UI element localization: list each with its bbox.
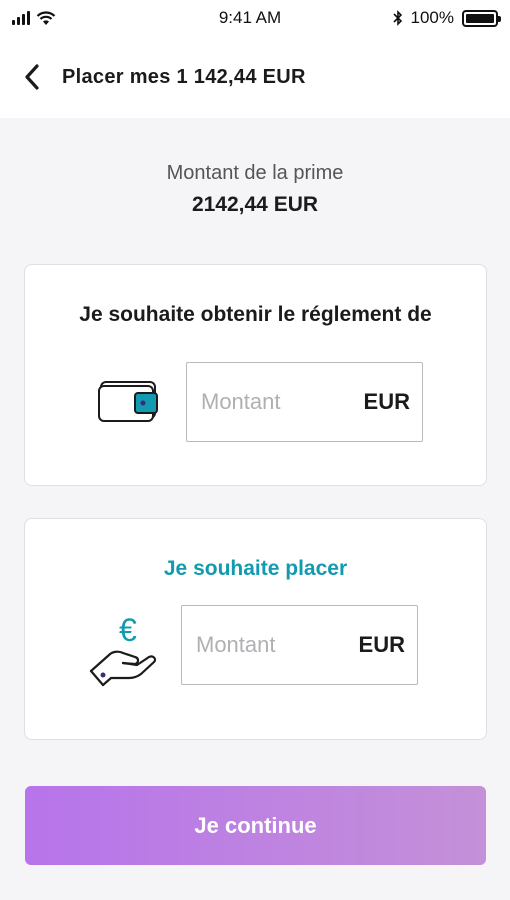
settlement-card: Je souhaite obtenir le réglement de EUR — [24, 264, 487, 486]
status-bar: 9:41 AM 100% — [0, 0, 510, 36]
euro-hand-icon: € — [89, 612, 157, 687]
invest-card-title: Je souhaite placer — [163, 557, 348, 580]
prime-label: Montant de la prime — [166, 162, 344, 184]
settlement-amount-field[interactable]: EUR — [186, 362, 423, 442]
battery-icon — [462, 9, 501, 27]
status-right: 100% — [368, 8, 501, 28]
back-button[interactable] — [14, 59, 50, 95]
invest-amount-field[interactable]: EUR — [181, 605, 418, 685]
chevron-left-icon — [25, 64, 39, 90]
status-time: 9:41 AM — [218, 8, 282, 27]
continue-button[interactable]: Je continue — [25, 786, 486, 865]
bluetooth-icon — [392, 10, 402, 26]
invest-amount-input[interactable] — [196, 632, 346, 658]
prime-summary: Montant de la prime 2142,44 EUR — [0, 162, 510, 217]
settlement-currency: EUR — [363, 389, 410, 414]
battery-percent: 100% — [410, 8, 454, 27]
header: Placer mes 1 142,44 EUR — [0, 36, 510, 118]
page-title: Placer mes 1 142,44 EUR — [62, 65, 306, 88]
invest-card: Je souhaite placer € EUR — [24, 518, 487, 740]
status-left — [12, 10, 132, 26]
invest-currency: EUR — [358, 632, 405, 657]
main-content: Montant de la prime 2142,44 EUR Je souha… — [0, 118, 510, 900]
signal-icon — [12, 11, 30, 25]
wallet-icon — [98, 381, 158, 422]
settlement-card-title: Je souhaite obtenir le réglement de — [79, 303, 432, 326]
svg-text:€: € — [119, 612, 137, 648]
wifi-icon — [36, 10, 56, 25]
prime-value: 2142,44 EUR — [191, 193, 319, 216]
settlement-amount-input[interactable] — [201, 389, 351, 415]
